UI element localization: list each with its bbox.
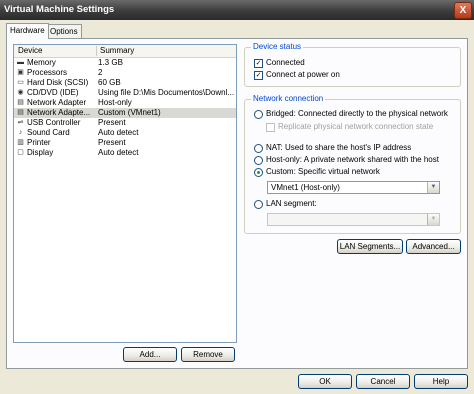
custom-network-select[interactable]: VMnet1 (Host-only) ▼ xyxy=(267,181,440,194)
device-summary: 60 GB xyxy=(98,78,121,87)
device-summary: Host-only xyxy=(98,98,132,107)
device-name: Hard Disk (SCSI) xyxy=(27,78,89,87)
network-connection-group: Network connection Bridged: Connected di… xyxy=(244,94,461,234)
device-name: Memory xyxy=(27,58,56,67)
hard-disk-icon: ▭ xyxy=(17,79,24,86)
network-connection-title: Network connection xyxy=(251,94,326,103)
radio-circle[interactable] xyxy=(254,110,263,119)
device-summary: Custom (VMnet1) xyxy=(98,108,161,117)
custom-network-value: VMnet1 (Host-only) xyxy=(271,183,340,192)
processor-icon: ▣ xyxy=(17,69,24,76)
chevron-down-icon[interactable]: ▼ xyxy=(427,182,439,193)
close-button[interactable]: X xyxy=(454,2,472,19)
tab-options[interactable]: Options xyxy=(46,24,82,38)
summary-column-header[interactable]: Summary xyxy=(100,46,134,55)
chevron-down-icon[interactable]: ▼ xyxy=(427,214,439,225)
device-name: Processors xyxy=(27,68,68,77)
device-row[interactable]: ⇌ USB Controller Present xyxy=(14,118,236,128)
column-separator[interactable] xyxy=(96,46,97,56)
device-summary: Present xyxy=(98,138,126,147)
bridged-label: Bridged: Connected directly to the physi… xyxy=(266,109,448,118)
display-icon: ▢ xyxy=(17,149,24,156)
device-summary: 1.3 GB xyxy=(98,58,123,67)
radio-circle[interactable] xyxy=(254,144,263,153)
radio-circle[interactable] xyxy=(254,200,263,209)
lan-segment-label: LAN segment: xyxy=(266,199,317,208)
network-adapter-icon: ▤ xyxy=(17,109,24,116)
lan-segments-button[interactable]: LAN Segments... xyxy=(337,239,403,254)
nat-label: NAT: Used to share the host's IP address xyxy=(266,143,412,152)
ok-button[interactable]: OK xyxy=(298,374,352,389)
device-column-header[interactable]: Device xyxy=(18,46,42,55)
checkbox-box[interactable]: ✓ xyxy=(254,59,263,68)
device-summary: Using file D:\Mis Documentos\Downl... xyxy=(98,88,234,97)
device-status-title: Device status xyxy=(251,42,304,51)
device-name: Network Adapte... xyxy=(27,108,91,117)
window-title: Virtual Machine Settings xyxy=(4,4,115,15)
device-row[interactable]: ▤ Network Adapter Host-only xyxy=(14,98,236,108)
device-name: Sound Card xyxy=(27,128,70,137)
device-rows: ▬ Memory 1.3 GB ▣ Processors 2 ▭ Hard Disk (SCS… xyxy=(14,58,236,158)
network-adapter-icon: ▤ xyxy=(17,99,24,106)
device-row[interactable]: ▭ Hard Disk (SCSI) 60 GB xyxy=(14,78,236,88)
device-status-group: Device status ✓ Connected ✓ Connect at p… xyxy=(244,42,461,87)
device-row[interactable]: ♪ Sound Card Auto detect xyxy=(14,128,236,138)
connect-at-power-on-label: Connect at power on xyxy=(266,70,340,79)
device-row[interactable]: ▤ Network Adapte... Custom (VMnet1) xyxy=(14,108,236,118)
remove-button[interactable]: Remove xyxy=(181,347,235,362)
custom-label: Custom: Specific virtual network xyxy=(266,167,380,176)
lan-segment-select[interactable]: ▼ xyxy=(267,213,440,226)
radio-circle[interactable] xyxy=(254,156,263,165)
device-row[interactable]: ▬ Memory 1.3 GB xyxy=(14,58,236,68)
cancel-button[interactable]: Cancel xyxy=(356,374,410,389)
replicate-state-label: Replicate physical network connection st… xyxy=(278,122,434,131)
device-summary: Present xyxy=(98,118,126,127)
device-name: Printer xyxy=(27,138,51,147)
device-row[interactable]: ▢ Display Auto detect xyxy=(14,148,236,158)
device-name: Network Adapter xyxy=(27,98,87,107)
sound-card-icon: ♪ xyxy=(18,129,23,136)
device-list[interactable]: Device Summary ▬ Memory 1.3 GB ▣ Processors 2… xyxy=(13,44,237,343)
usb-icon: ⇌ xyxy=(17,119,24,126)
device-name: Display xyxy=(27,148,54,157)
device-row[interactable]: ▣ Processors 2 xyxy=(14,68,236,78)
checkbox-box[interactable] xyxy=(266,123,275,132)
title-bar: Virtual Machine Settings X xyxy=(0,0,474,20)
device-row[interactable]: ▥ Printer Present xyxy=(14,138,236,148)
radio-circle[interactable] xyxy=(254,168,263,177)
checkbox-box[interactable]: ✓ xyxy=(254,71,263,80)
help-button[interactable]: Help xyxy=(414,374,468,389)
tab-hardware[interactable]: Hardware xyxy=(6,23,49,39)
add-button[interactable]: Add... xyxy=(123,347,177,362)
device-summary: Auto detect xyxy=(98,128,139,137)
connected-label: Connected xyxy=(266,58,305,67)
cd-dvd-icon: ◉ xyxy=(17,89,24,96)
device-summary: 2 xyxy=(98,68,103,77)
host-only-label: Host-only: A private network shared with… xyxy=(266,155,439,164)
device-summary: Auto detect xyxy=(98,148,139,157)
memory-icon: ▬ xyxy=(17,59,24,66)
device-name: USB Controller xyxy=(27,118,81,127)
device-name: CD/DVD (IDE) xyxy=(27,88,79,97)
advanced-button[interactable]: Advanced... xyxy=(406,239,461,254)
printer-icon: ▥ xyxy=(17,139,24,146)
device-row[interactable]: ◉ CD/DVD (IDE) Using file D:\Mis Documento… xyxy=(14,88,236,98)
device-list-header: Device Summary xyxy=(14,45,236,58)
